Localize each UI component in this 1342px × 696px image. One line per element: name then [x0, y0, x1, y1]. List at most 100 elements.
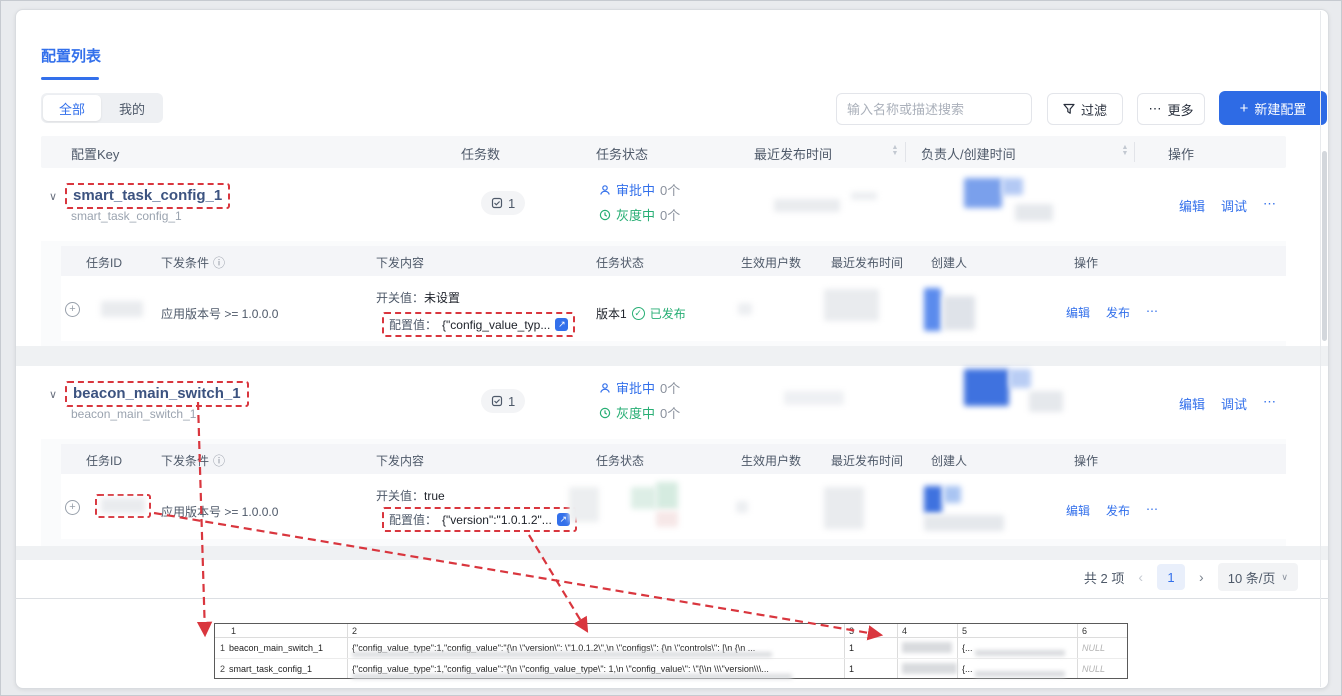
config-key-link[interactable]: smart_task_config_1 — [73, 187, 222, 204]
redacted-db-cell — [975, 650, 1065, 656]
redacted-status-block — [656, 511, 678, 527]
scrollbar-track — [1320, 11, 1321, 687]
info-icon[interactable]: ⓘ — [213, 452, 225, 469]
status-approving-label: 审批中 — [616, 378, 655, 397]
edit-link[interactable]: 编辑 — [1179, 394, 1205, 413]
annotation-box-key-1: smart_task_config_1 — [65, 183, 230, 209]
db-cell-count[interactable]: 1 — [849, 664, 893, 674]
col-owner: 负责人/创建时间 — [921, 144, 1016, 163]
redacted-task-id — [101, 498, 145, 513]
redacted-db-cell — [902, 663, 957, 674]
db-cell-json[interactable]: {"config_value_type":1,"config_value":"{… — [352, 664, 842, 674]
grid-line — [844, 624, 845, 678]
edit-link[interactable]: 编辑 — [1179, 196, 1205, 215]
col-task-count: 任务数 — [461, 144, 500, 163]
copy-icon[interactable]: ↗ — [555, 318, 568, 331]
grid-line — [215, 637, 1127, 638]
filter-label: 过滤 — [1081, 100, 1107, 119]
publish-link[interactable]: 发布 — [1106, 502, 1130, 519]
sort-icon-owner[interactable]: ▲▼ — [1121, 145, 1129, 157]
status-gray-label: 灰度中 — [616, 403, 655, 422]
db-cell-count[interactable]: 1 — [849, 643, 893, 653]
more-ops-icon[interactable]: ⋯ — [1263, 394, 1276, 413]
clipboard-check-icon — [491, 395, 503, 407]
avatar — [924, 486, 942, 513]
more-ops-icon[interactable]: ⋯ — [1146, 502, 1158, 519]
redacted-users-count — [738, 303, 752, 315]
subcol-status: 任务状态 — [596, 452, 644, 469]
debug-link[interactable]: 调试 — [1221, 394, 1247, 413]
clock-icon — [599, 407, 611, 419]
subcol-ops: 操作 — [1074, 254, 1098, 271]
plus-icon: + — [1240, 101, 1249, 116]
edit-link[interactable]: 编辑 — [1066, 304, 1090, 321]
scrollbar-thumb[interactable] — [1322, 151, 1327, 341]
clipboard-check-icon — [491, 197, 503, 209]
active-tab-underline — [41, 77, 99, 80]
page-size-select[interactable]: 10 条/页 ∨ — [1218, 563, 1298, 591]
db-col-header: 3 — [849, 626, 854, 636]
pagination: 共 2 项 ‹ 1 › 10 条/页 ∨ — [1, 563, 1298, 591]
edit-link[interactable]: 编辑 — [1066, 502, 1090, 519]
avatar — [964, 369, 1009, 406]
search-box[interactable] — [836, 93, 1032, 125]
subcol-creator: 创建人 — [931, 254, 967, 271]
page-number[interactable]: 1 — [1157, 564, 1185, 590]
next-page-icon[interactable]: › — [1199, 569, 1204, 585]
status-gray-count: 0个 — [660, 205, 680, 224]
annotation-box-key-2: beacon_main_switch_1 — [65, 381, 249, 407]
avatar — [1002, 178, 1023, 195]
table-row-smart-task-config[interactable]: ∨ smart_task_config_1 smart_task_config_… — [41, 168, 1286, 241]
db-cell-null: NULL — [1082, 643, 1126, 653]
sort-icon-publish-time[interactable]: ▲▼ — [891, 145, 899, 157]
subcol-status: 任务状态 — [596, 254, 644, 271]
subcol-task-id: 任务ID — [86, 254, 122, 271]
user-icon — [599, 184, 611, 196]
more-ops-icon[interactable]: ⋯ — [1263, 196, 1276, 215]
debug-link[interactable]: 调试 — [1221, 196, 1247, 215]
chevron-down-icon[interactable]: ∨ — [49, 190, 57, 203]
task-count-value: 1 — [508, 394, 515, 409]
col-publish-time: 最近发布时间 — [754, 144, 832, 163]
circle-plus-expand-icon[interactable]: + — [65, 302, 80, 317]
config-key-link[interactable]: beacon_main_switch_1 — [73, 385, 241, 402]
redacted-owner-name — [1015, 204, 1053, 221]
search-input[interactable] — [847, 102, 1023, 117]
db-cell-key[interactable]: smart_task_config_1 — [229, 664, 345, 674]
filter-button[interactable]: 过滤 — [1047, 93, 1123, 125]
sub-table-row[interactable]: + 应用版本号 >= 1.0.0.0 开关值：未设置 配置值： {"config… — [61, 276, 1286, 341]
sub-table-row[interactable]: + 应用版本号 >= 1.0.0.0 开关值：true 配置值： {"versi… — [61, 474, 1286, 539]
redacted-publish-time — [774, 199, 840, 212]
card-divider — [15, 598, 1329, 599]
status-approving-count: 0个 — [660, 378, 680, 397]
more-ops-icon[interactable]: ⋯ — [1146, 304, 1158, 321]
grid-line — [347, 624, 348, 678]
redacted-status-block — [569, 487, 599, 522]
status-gray-label: 灰度中 — [616, 205, 655, 224]
chevron-down-icon[interactable]: ∨ — [49, 388, 57, 401]
condition-text: 应用版本号 >= 1.0.0.0 — [161, 305, 278, 322]
switch-value-line: 开关值：未设置 — [376, 289, 460, 306]
version-status: 版本1 ✓ 已发布 — [596, 305, 686, 322]
redacted-publish-time — [784, 391, 844, 405]
more-label: 更多 — [1167, 100, 1193, 119]
copy-icon[interactable]: ↗ — [557, 513, 570, 526]
subcol-publish-time: 最近发布时间 — [831, 254, 903, 271]
subcol-condition: 下发条件ⓘ — [161, 254, 225, 271]
row-operations: 编辑 调试 ⋯ — [1179, 394, 1276, 413]
tab-mine[interactable]: 我的 — [103, 95, 161, 121]
info-icon[interactable]: ⓘ — [213, 254, 225, 271]
check-circle-icon: ✓ — [632, 307, 645, 320]
prev-page-icon[interactable]: ‹ — [1138, 569, 1143, 585]
create-label: 新建配置 — [1254, 99, 1306, 118]
tab-all[interactable]: 全部 — [43, 95, 101, 121]
subcol-condition: 下发条件ⓘ — [161, 452, 225, 469]
db-cell-key[interactable]: beacon_main_switch_1 — [229, 643, 345, 653]
sub-table-header: 任务ID 下发条件ⓘ 下发内容 任务状态 生效用户数 最近发布时间 创建人 操作 — [61, 444, 1286, 474]
chevron-down-icon: ∨ — [1281, 572, 1288, 583]
publish-link[interactable]: 发布 — [1106, 304, 1130, 321]
table-row-beacon-main-switch[interactable]: ∨ beacon_main_switch_1 beacon_main_switc… — [41, 366, 1286, 439]
create-config-button[interactable]: + 新建配置 — [1219, 91, 1327, 125]
circle-plus-expand-icon[interactable]: + — [65, 500, 80, 515]
more-button[interactable]: ⋯ 更多 — [1137, 93, 1205, 125]
